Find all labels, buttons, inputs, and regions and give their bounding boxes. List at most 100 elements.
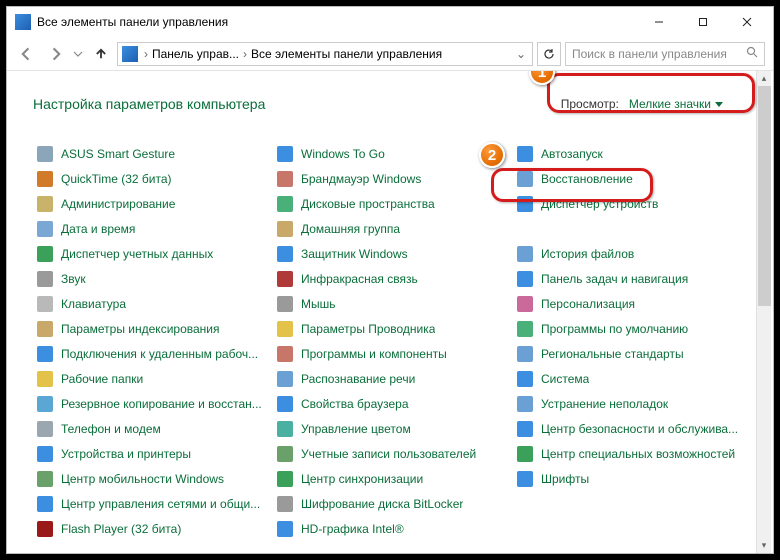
control-panel-item[interactable]: Дата и время [33, 216, 267, 241]
item-icon [517, 296, 533, 312]
control-panel-item[interactable]: Дисковые пространства [273, 191, 507, 216]
maximize-button[interactable] [681, 8, 725, 36]
control-panel-item[interactable]: Восстановление [513, 166, 747, 191]
nav-recent-button[interactable] [71, 42, 85, 66]
control-panel-item[interactable]: Домашняя группа [273, 216, 507, 241]
view-by-block: Просмотр: Мелкие значки [549, 91, 747, 117]
control-panel-item[interactable]: Панель задач и навигация [513, 266, 747, 291]
item-label: Центр синхронизации [301, 472, 423, 486]
item-label: Диспетчер учетных данных [61, 247, 213, 261]
control-panel-item[interactable]: Подключения к удаленным рабоч... [33, 341, 267, 366]
item-icon [37, 221, 53, 237]
item-label: Брандмауэр Windows [301, 172, 421, 186]
breadcrumb-segment[interactable]: Панель управ... [152, 47, 239, 61]
item-label: Рабочие папки [61, 372, 143, 386]
control-panel-item[interactable]: Центр мобильности Windows [33, 466, 267, 491]
chevron-right-icon: › [144, 47, 148, 61]
item-icon [517, 146, 533, 162]
control-panel-item[interactable]: Мышь [273, 291, 507, 316]
control-panel-item[interactable]: Параметры Проводника [273, 316, 507, 341]
item-label: Клавиатура [61, 297, 126, 311]
control-panel-item[interactable]: QuickTime (32 бита) [33, 166, 267, 191]
close-button[interactable] [725, 8, 769, 36]
nav-back-button[interactable] [15, 42, 39, 66]
control-panel-item[interactable]: Центр специальных возможностей [513, 441, 747, 466]
view-by-value: Мелкие значки [629, 97, 711, 111]
item-icon [277, 396, 293, 412]
control-panel-item[interactable]: История файлов [513, 241, 747, 266]
vertical-scrollbar[interactable]: ▴ ▾ [756, 71, 771, 553]
item-icon [37, 371, 53, 387]
item-icon [37, 521, 53, 537]
minimize-button[interactable] [637, 8, 681, 36]
control-panel-item[interactable]: Центр безопасности и обслужива... [513, 416, 747, 441]
control-panel-item[interactable]: Устранение неполадок [513, 391, 747, 416]
control-panel-item[interactable]: Резервное копирование и восстан... [33, 391, 267, 416]
chevron-down-icon[interactable]: ⌄ [516, 47, 526, 61]
control-panel-item[interactable]: Windows To Go [273, 141, 507, 166]
item-label: Центр безопасности и обслужива... [541, 422, 738, 436]
control-panel-item[interactable]: Flash Player (32 бита) [33, 516, 267, 541]
titlebar: Все элементы панели управления [7, 7, 773, 37]
breadcrumb-segment[interactable]: Все элементы панели управления [251, 47, 442, 61]
control-panel-item[interactable]: Программы по умолчанию [513, 316, 747, 341]
scrollbar-thumb[interactable] [758, 86, 771, 306]
search-input[interactable]: Поиск в панели управления [565, 42, 765, 66]
item-icon [37, 396, 53, 412]
control-panel-item[interactable]: Региональные стандарты [513, 341, 747, 366]
control-panel-item[interactable]: Центр синхронизации [273, 466, 507, 491]
view-by-dropdown[interactable]: Мелкие значки [629, 97, 723, 111]
control-panel-item[interactable]: Рабочие папки [33, 366, 267, 391]
control-panel-item[interactable]: HD-графика Intel® [273, 516, 507, 541]
items-grid: ASUS Smart GestureQuickTime (32 бита)Адм… [33, 141, 747, 541]
item-label: Подключения к удаленным рабоч... [61, 347, 258, 361]
annotation-badge-1: 1 [529, 71, 555, 85]
nav-forward-button[interactable] [43, 42, 67, 66]
breadcrumb[interactable]: › Панель управ... › Все элементы панели … [117, 42, 533, 66]
control-panel-item[interactable]: Центр управления сетями и общи... [33, 491, 267, 516]
annotation-badge-2: 2 [479, 142, 505, 168]
item-label: Устранение неполадок [541, 397, 668, 411]
control-panel-item[interactable]: Диспетчер устройств [513, 191, 747, 216]
item-icon [277, 321, 293, 337]
control-panel-item[interactable]: Звук [33, 266, 267, 291]
nav-up-button[interactable] [89, 42, 113, 66]
item-label: Панель задач и навигация [541, 272, 688, 286]
window-title: Все элементы панели управления [37, 15, 637, 29]
item-icon [37, 196, 53, 212]
search-icon [746, 46, 758, 61]
control-panel-item[interactable]: Брандмауэр Windows [273, 166, 507, 191]
control-panel-item[interactable]: Диспетчер учетных данных [33, 241, 267, 266]
control-panel-item[interactable]: Распознавание речи [273, 366, 507, 391]
control-panel-item[interactable]: Учетные записи пользователей [273, 441, 507, 466]
scroll-down-icon[interactable]: ▾ [757, 538, 771, 553]
control-panel-item[interactable]: Система [513, 366, 747, 391]
control-panel-item[interactable]: ASUS Smart Gesture [33, 141, 267, 166]
control-panel-item[interactable]: Телефон и модем [33, 416, 267, 441]
item-icon [277, 296, 293, 312]
item-label: Параметры индексирования [61, 322, 219, 336]
item-label: Программы и компоненты [301, 347, 447, 361]
control-panel-item[interactable]: Инфракрасная связь [273, 266, 507, 291]
item-icon [277, 246, 293, 262]
item-icon [517, 196, 533, 212]
refresh-button[interactable] [537, 42, 561, 66]
control-panel-item[interactable]: Шифрование диска BitLocker [273, 491, 507, 516]
control-panel-item[interactable]: Управление цветом [273, 416, 507, 441]
chevron-right-icon: › [243, 47, 247, 61]
control-panel-item[interactable]: Автозапуск [513, 141, 747, 166]
item-icon [517, 246, 533, 262]
item-label: Восстановление [541, 172, 633, 186]
item-icon [517, 271, 533, 287]
control-panel-item[interactable]: Персонализация [513, 291, 747, 316]
control-panel-item[interactable]: Шрифты [513, 466, 747, 491]
scroll-up-icon[interactable]: ▴ [757, 71, 771, 86]
control-panel-item[interactable]: Свойства браузера [273, 391, 507, 416]
control-panel-item[interactable]: Программы и компоненты [273, 341, 507, 366]
control-panel-item[interactable]: Клавиатура [33, 291, 267, 316]
control-panel-item[interactable]: Параметры индексирования [33, 316, 267, 341]
control-panel-item[interactable]: Устройства и принтеры [33, 441, 267, 466]
control-panel-item[interactable]: Защитник Windows [273, 241, 507, 266]
item-icon [277, 146, 293, 162]
control-panel-item[interactable]: Администрирование [33, 191, 267, 216]
